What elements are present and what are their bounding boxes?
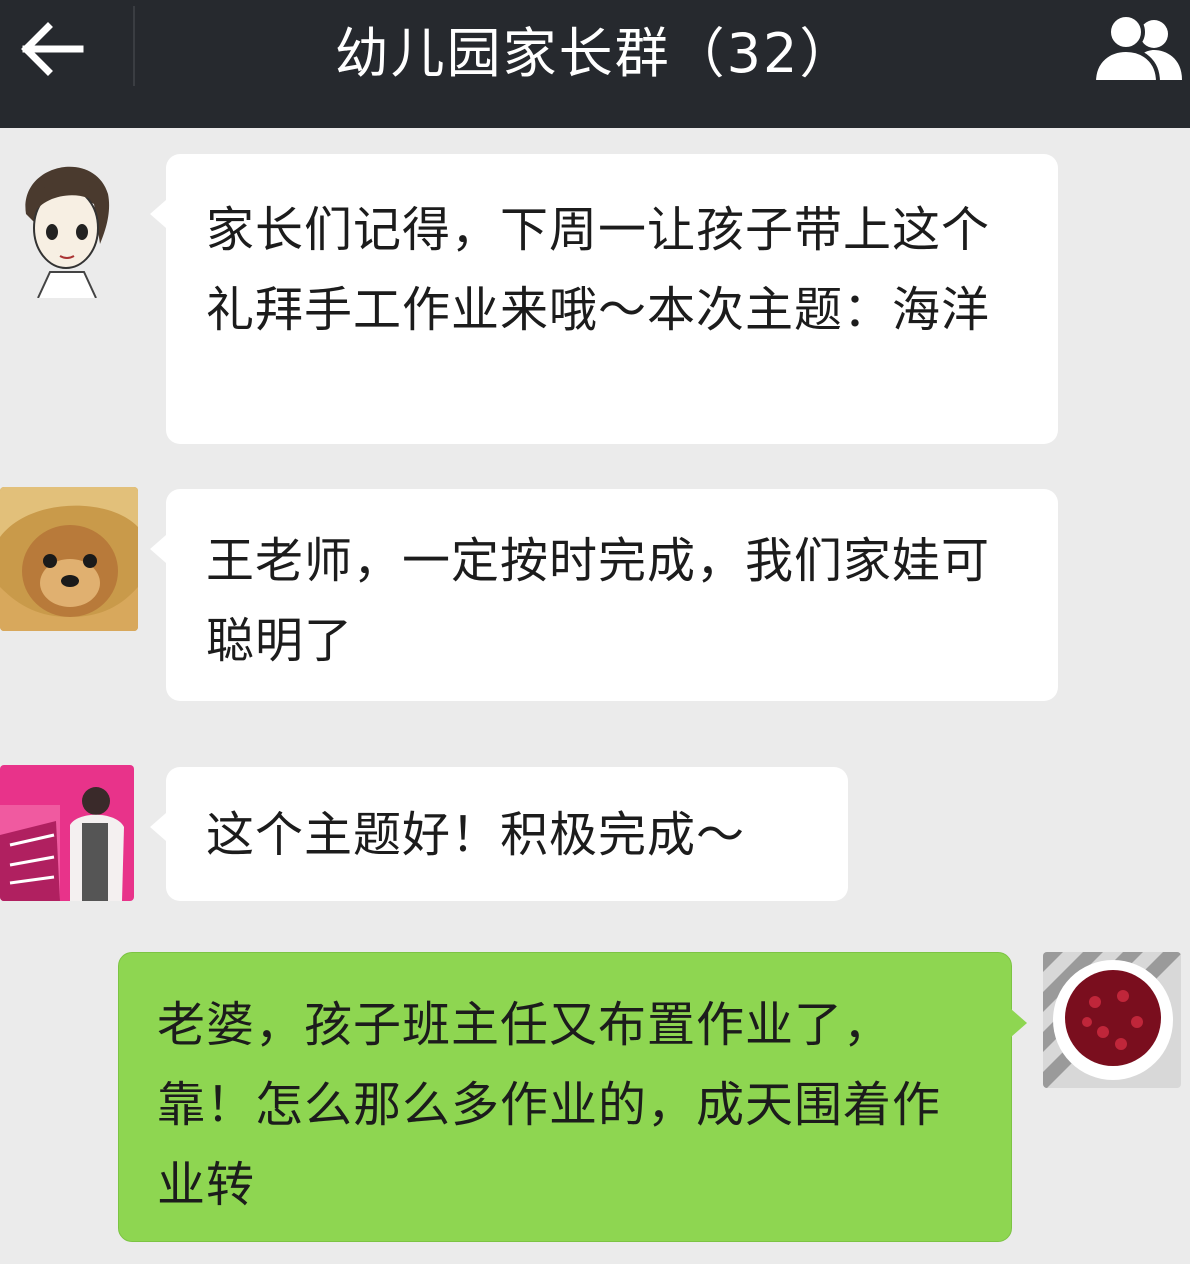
message-bubble-self[interactable]: 老婆，孩子班主任又布置作业了，靠！怎么那么多作业的，成天围着作业转 [118,952,1027,1242]
teacher-cartoon-icon [14,154,114,298]
dog-avatar[interactable] [0,487,138,631]
message-text: 这个主题好！积极完成～ [206,807,746,863]
woman-photo-icon [0,765,134,901]
self-avatar[interactable] [1043,952,1181,1088]
message-text: 老婆，孩子班主任又布置作业了，靠！怎么那么多作业的，成天围着作业转 [157,997,942,1213]
chat-header: 幼儿园家长群（32） [0,0,1190,128]
woman-avatar[interactable] [0,765,134,901]
message-bubble-teacher[interactable]: 家长们记得，下周一让孩子带上这个礼拜手工作业来哦～本次主题：海洋 [150,154,1058,444]
message-text: 王老师，一定按时完成，我们家娃可聪明了 [206,533,991,669]
group-members-icon [1091,13,1182,84]
message-bubble-parent-1[interactable]: 王老师，一定按时完成，我们家娃可聪明了 [150,489,1058,701]
dog-photo-icon [0,487,138,631]
message-bubble-parent-2[interactable]: 这个主题好！积极完成～ [150,767,848,901]
teacher-avatar[interactable] [14,154,114,298]
message-text: 家长们记得，下周一让孩子带上这个礼拜手工作业来哦～本次主题：海洋 [206,202,991,338]
group-members-button[interactable] [1088,10,1184,84]
berries-bowl-icon [1043,952,1181,1088]
chat-title: 幼儿园家长群（32） [334,22,856,85]
